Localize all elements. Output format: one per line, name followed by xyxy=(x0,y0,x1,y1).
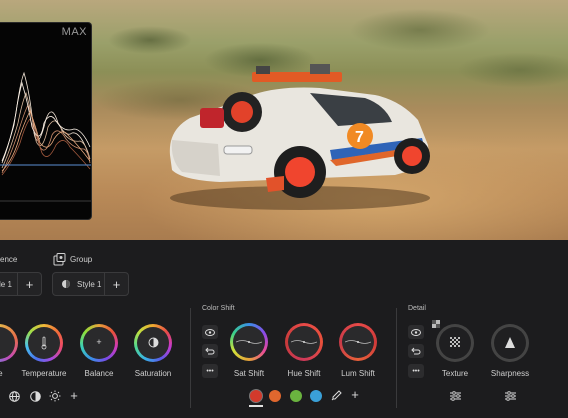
hue-shift-knob[interactable] xyxy=(285,323,323,361)
photo-viewer: 7 MAX xyxy=(0,0,568,240)
swatch-selected-indicator xyxy=(249,405,263,407)
swatch-orange[interactable] xyxy=(269,390,281,402)
brightness-icon[interactable] xyxy=(49,390,61,402)
reference-style-selector[interactable]: le 1 + xyxy=(0,272,42,296)
detail-visibility-toggle[interactable] xyxy=(408,325,424,339)
sharpness-knob[interactable] xyxy=(491,324,529,362)
thermometer-icon xyxy=(39,335,49,351)
eyedropper-icon[interactable] xyxy=(330,389,342,402)
detail-reset-button[interactable] xyxy=(408,344,424,358)
sat-shift-curve-icon xyxy=(236,340,262,344)
texture-grid-icon xyxy=(450,337,460,347)
reference-style-label: le 1 xyxy=(0,279,12,289)
histogram-graph xyxy=(0,71,91,202)
globe-icon[interactable] xyxy=(8,390,20,402)
partial-knob[interactable] xyxy=(0,324,18,362)
section-divider xyxy=(190,308,191,408)
texture-corner-icon xyxy=(432,320,440,328)
sat-shift-knob[interactable] xyxy=(230,323,268,361)
svg-text:7: 7 xyxy=(355,129,364,146)
style-icon xyxy=(61,279,71,289)
group-icon xyxy=(52,252,66,266)
temperature-knob[interactable] xyxy=(25,324,63,362)
add-icon[interactable]: + xyxy=(68,388,80,403)
sharpness-sliders-icon[interactable] xyxy=(504,390,516,402)
lum-shift-label: Lum Shift xyxy=(341,369,375,378)
reset-button[interactable] xyxy=(202,344,218,358)
hue-shift-curve-icon xyxy=(291,340,317,344)
swatch-blue[interactable] xyxy=(310,390,322,402)
eye-icon xyxy=(411,328,421,336)
saturation-knob[interactable] xyxy=(134,324,172,362)
sharpness-triangle-icon xyxy=(505,336,515,348)
sharpness-label: Sharpness xyxy=(490,369,530,378)
swatch-green[interactable] xyxy=(290,390,302,402)
adjustment-panel: ence le 1 + Group Style 1 + Color Shift … xyxy=(0,240,568,418)
lum-shift-knob[interactable] xyxy=(339,323,377,361)
balance-knob[interactable]: + xyxy=(80,324,118,362)
reference-title: ence xyxy=(0,255,18,264)
rally-car-image: 7 xyxy=(169,64,430,210)
reference-add-button[interactable]: + xyxy=(17,273,41,295)
texture-knob[interactable] xyxy=(436,324,474,362)
add-color-icon[interactable]: + xyxy=(349,387,361,402)
undo-icon xyxy=(205,347,215,355)
texture-sliders-icon[interactable] xyxy=(449,390,461,402)
plus-icon: + xyxy=(96,337,102,347)
swatch-red[interactable] xyxy=(250,390,262,402)
group-style-selector[interactable]: Style 1 + xyxy=(52,272,129,296)
group-add-button[interactable]: + xyxy=(104,273,128,295)
histogram-panel: MAX xyxy=(0,22,92,220)
visibility-toggle[interactable] xyxy=(202,325,218,339)
saturation-icon xyxy=(147,336,159,348)
detail-title: Detail xyxy=(408,305,426,312)
undo-icon xyxy=(411,347,421,355)
group-title: Group xyxy=(70,255,93,264)
eye-icon xyxy=(205,328,215,336)
saturation-label: Saturation xyxy=(134,369,172,378)
section-divider xyxy=(396,308,397,408)
contrast-icon[interactable] xyxy=(29,390,41,402)
group-style-label: Style 1 xyxy=(77,279,102,289)
color-shift-title: Color Shift xyxy=(202,305,235,312)
lum-shift-curve-icon xyxy=(345,340,371,344)
